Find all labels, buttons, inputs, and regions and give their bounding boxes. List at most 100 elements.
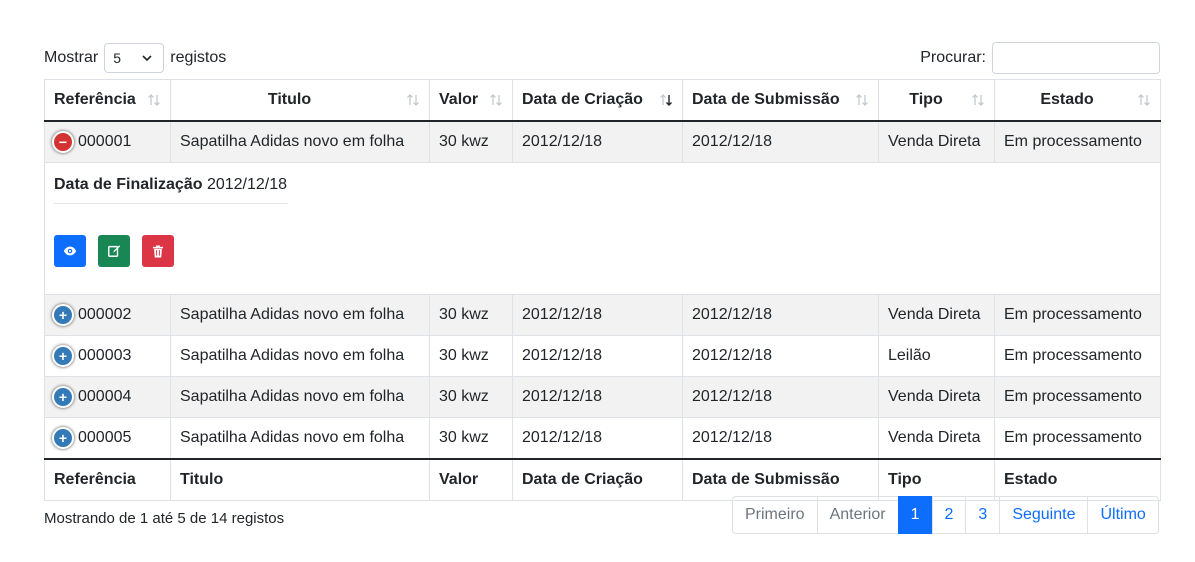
cell-text: 000005 xyxy=(78,429,132,447)
sort-icon xyxy=(490,94,502,106)
header-valor[interactable]: Valor xyxy=(429,79,513,122)
cell-estado: Em processamento xyxy=(994,335,1161,377)
cell-tipo: Venda Direta xyxy=(878,120,995,163)
cell-data-criacao: 2012/12/18 xyxy=(512,376,683,418)
footer-estado: Estado xyxy=(994,458,1161,501)
sort-icon xyxy=(148,94,160,106)
table-row: +000005 Sapatilha Adidas novo em folha 3… xyxy=(44,417,1161,460)
header-data-submissao[interactable]: Data de Submissão xyxy=(682,79,879,122)
cell-data-submissao: 2012/12/18 xyxy=(682,376,879,418)
cell-referencia: +000003 xyxy=(44,335,171,377)
expand-row-icon[interactable]: + xyxy=(52,345,74,367)
expand-row-icon[interactable]: + xyxy=(52,427,74,449)
length-label-before: Mostrar xyxy=(44,49,99,66)
cell-text: 000001 xyxy=(78,133,132,151)
expand-row-icon[interactable]: + xyxy=(52,304,74,326)
page-length-value: 5 xyxy=(113,50,122,66)
header-tipo[interactable]: Tipo xyxy=(878,79,995,122)
header-estado[interactable]: Estado xyxy=(994,79,1161,122)
header-label: Data de Criação xyxy=(522,91,643,108)
detail-cell: Data de Finalização 2012/12/18 xyxy=(44,162,1161,295)
pagination-previous[interactable]: Anterior xyxy=(816,496,899,534)
footer-tipo: Tipo xyxy=(878,458,995,501)
detail-row: Data de Finalização 2012/12/18 xyxy=(44,162,1161,295)
detail-value: 2012/12/18 xyxy=(206,176,288,193)
cell-data-submissao: 2012/12/18 xyxy=(682,335,879,377)
cell-data-criacao: 2012/12/18 xyxy=(512,294,683,336)
header-label: Referência xyxy=(54,91,136,108)
sort-icon xyxy=(972,94,984,106)
footer-data-submissao: Data de Submissão xyxy=(682,458,879,501)
footer-titulo: Titulo xyxy=(170,458,430,501)
eye-icon xyxy=(63,246,77,256)
cell-text: 000002 xyxy=(78,306,132,324)
header-data-criacao[interactable]: Data de Criação xyxy=(512,79,683,122)
cell-estado: Em processamento xyxy=(994,417,1161,460)
cell-tipo: Venda Direta xyxy=(878,417,995,460)
header-label: Estado xyxy=(1040,91,1094,108)
footer-row: Referência Titulo Valor Data de Criação … xyxy=(44,458,1161,501)
data-table: Referência Titulo Valor Data de Criação … xyxy=(44,79,1161,501)
row-actions xyxy=(54,235,1151,267)
cell-tipo: Venda Direta xyxy=(878,376,995,418)
table-controls: Mostrar 5 registos Procurar: xyxy=(44,42,1160,74)
cell-referencia: +000002 xyxy=(44,294,171,336)
cell-valor: 30 kwz xyxy=(429,294,513,336)
pagination-next[interactable]: Seguinte xyxy=(999,496,1089,534)
delete-button[interactable] xyxy=(142,235,174,267)
header-row: Referência Titulo Valor Data de Criação … xyxy=(44,79,1161,122)
header-titulo[interactable]: Titulo xyxy=(170,79,430,122)
edit-button[interactable] xyxy=(98,235,130,267)
cell-data-criacao: 2012/12/18 xyxy=(512,417,683,460)
search-control: Procurar: xyxy=(920,42,1160,74)
cell-estado: Em processamento xyxy=(994,294,1161,336)
cell-valor: 30 kwz xyxy=(429,376,513,418)
cell-valor: 30 kwz xyxy=(429,417,513,460)
cell-titulo: Sapatilha Adidas novo em folha xyxy=(170,376,430,418)
cell-referencia: +000004 xyxy=(44,376,171,418)
cell-text: 000004 xyxy=(78,388,132,406)
pagination-page-3[interactable]: 3 xyxy=(965,496,1001,534)
table-info: Mostrando de 1 até 5 de 14 registos xyxy=(44,510,285,527)
table-row: −000001 Sapatilha Adidas novo em folha 3… xyxy=(44,120,1161,163)
cell-data-submissao: 2012/12/18 xyxy=(682,294,879,336)
sort-icon xyxy=(1138,94,1150,106)
table-row: +000004 Sapatilha Adidas novo em folha 3… xyxy=(44,376,1161,418)
cell-titulo: Sapatilha Adidas novo em folha xyxy=(170,335,430,377)
cell-estado: Em processamento xyxy=(994,120,1161,163)
header-label: Titulo xyxy=(267,91,312,108)
header-referencia[interactable]: Referência xyxy=(44,79,171,122)
search-input[interactable] xyxy=(992,42,1160,74)
view-button[interactable] xyxy=(54,235,86,267)
length-label-after: registos xyxy=(170,49,227,66)
collapse-row-icon[interactable]: − xyxy=(52,131,74,153)
footer-valor: Valor xyxy=(429,458,513,501)
cell-valor: 30 kwz xyxy=(429,120,513,163)
trash-icon xyxy=(152,244,164,258)
cell-tipo: Leilão xyxy=(878,335,995,377)
length-control: Mostrar 5 registos xyxy=(44,42,226,74)
edit-icon xyxy=(108,245,121,257)
pagination-page-2[interactable]: 2 xyxy=(931,496,967,534)
cell-data-submissao: 2012/12/18 xyxy=(682,417,879,460)
chevron-down-icon xyxy=(142,55,152,62)
cell-text: 000003 xyxy=(78,347,132,365)
page-length-select[interactable]: 5 xyxy=(104,43,165,73)
header-label: Valor xyxy=(439,91,479,108)
cell-tipo: Venda Direta xyxy=(878,294,995,336)
pagination-page-1[interactable]: 1 xyxy=(897,496,933,534)
pagination-last[interactable]: Último xyxy=(1087,496,1159,534)
expand-row-icon[interactable]: + xyxy=(52,386,74,408)
cell-titulo: Sapatilha Adidas novo em folha xyxy=(170,417,430,460)
cell-referencia: +000005 xyxy=(44,417,171,460)
cell-titulo: Sapatilha Adidas novo em folha xyxy=(170,294,430,336)
cell-valor: 30 kwz xyxy=(429,335,513,377)
header-label: Data de Submissão xyxy=(692,91,840,108)
detail-field: Data de Finalização 2012/12/18 xyxy=(54,173,288,204)
pagination-first[interactable]: Primeiro xyxy=(732,496,818,534)
pagination: Primeiro Anterior 1 2 3 Seguinte Último xyxy=(732,496,1159,534)
footer-data-criacao: Data de Criação xyxy=(512,458,683,501)
footer-referencia: Referência xyxy=(44,458,171,501)
cell-referencia: −000001 xyxy=(44,120,171,163)
table-row: +000003 Sapatilha Adidas novo em folha 3… xyxy=(44,335,1161,377)
